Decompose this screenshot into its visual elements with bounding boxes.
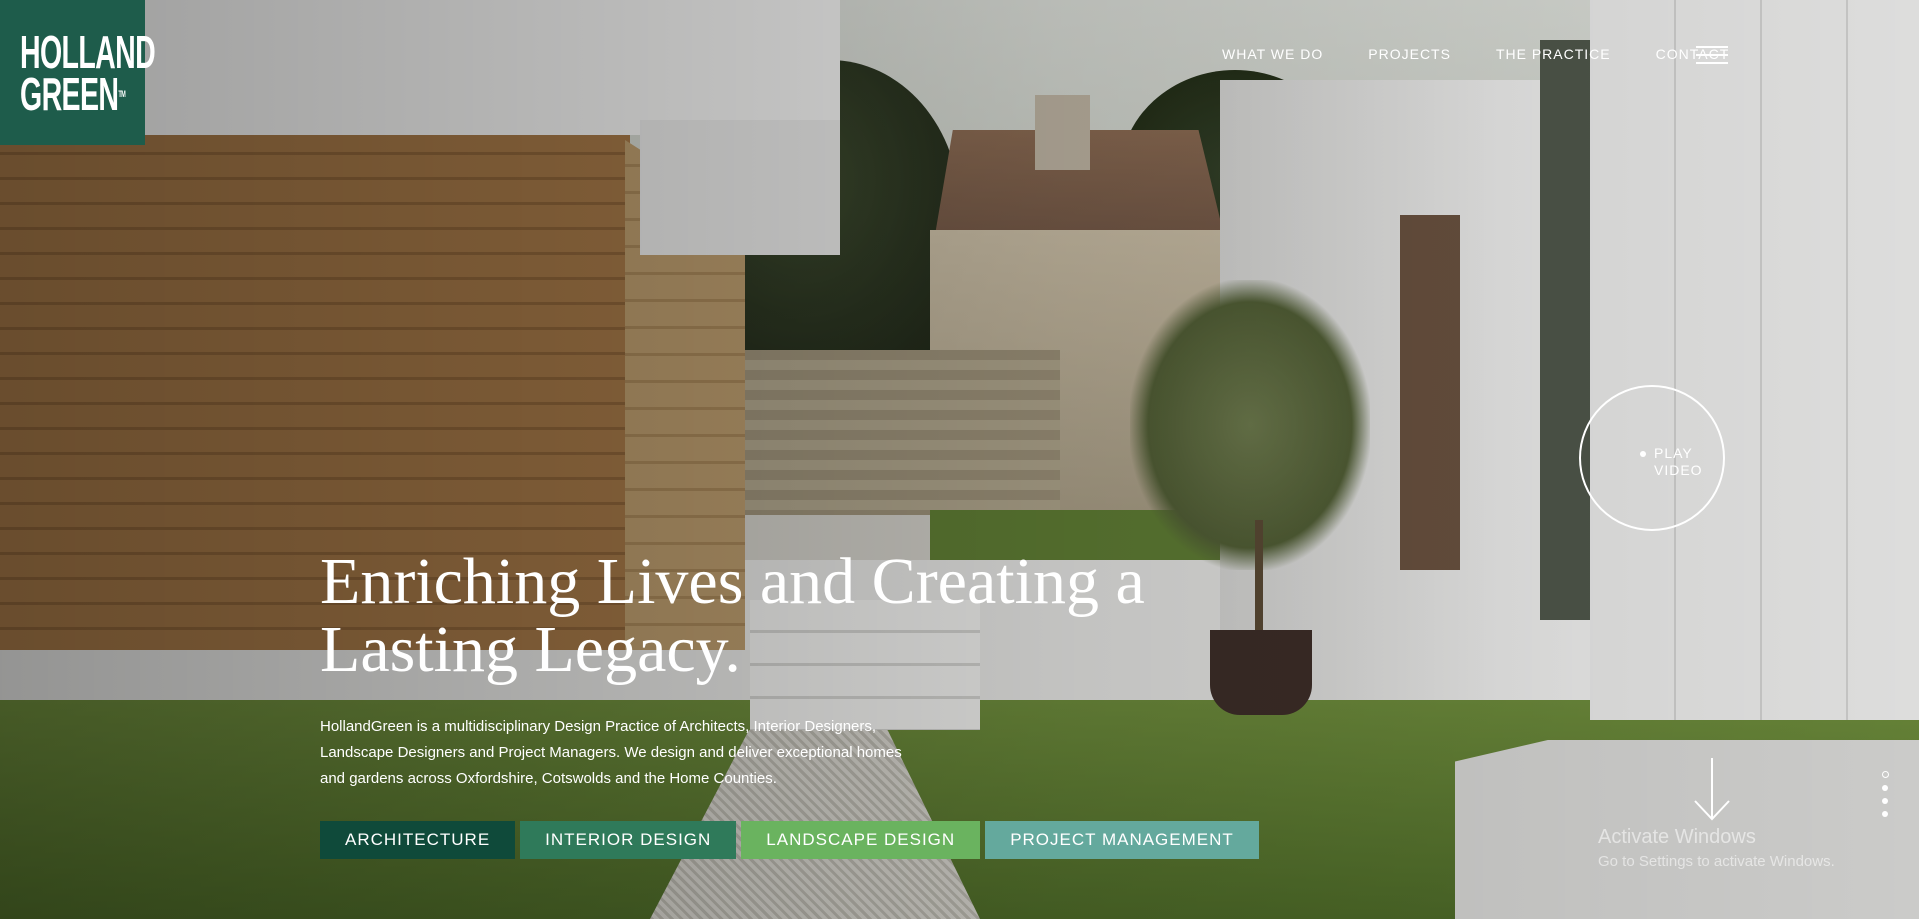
- arrow-down-icon[interactable]: [1692, 756, 1732, 822]
- interior-design-button[interactable]: INTERIOR DESIGN: [520, 821, 737, 859]
- slide-dot[interactable]: [1882, 811, 1888, 817]
- architecture-button[interactable]: ARCHITECTURE: [320, 821, 516, 859]
- play-video-button[interactable]: PLAY VIDEO: [1579, 385, 1725, 531]
- landscape-design-button[interactable]: LANDSCAPE DESIGN: [741, 821, 981, 859]
- hero-title: Enriching Lives and Creating a Lasting L…: [320, 545, 1145, 686]
- project-management-button[interactable]: PROJECT MANAGEMENT: [985, 821, 1259, 859]
- slide-dot[interactable]: [1882, 771, 1889, 778]
- logo-line1: HOLLAND: [20, 25, 156, 78]
- logo[interactable]: HOLLAND GREENTM: [0, 0, 156, 145]
- logo-line2: GREENTM: [20, 67, 126, 120]
- nav-projects[interactable]: PROJECTS: [1368, 46, 1451, 62]
- slide-pagination: [1882, 771, 1889, 824]
- service-buttons: ARCHITECTURE INTERIOR DESIGN LANDSCAPE D…: [320, 821, 1259, 859]
- slide-dot[interactable]: [1882, 798, 1888, 804]
- play-dot-icon: [1640, 451, 1646, 457]
- hero-description: HollandGreen is a multidisciplinary Desi…: [320, 718, 902, 787]
- watermark-subtitle: Go to Settings to activate Windows.: [1598, 853, 1835, 870]
- main-nav: WHAT WE DO PROJECTS THE PRACTICE CONTACT: [1222, 46, 1774, 62]
- play-video-label: PLAY VIDEO: [1654, 445, 1703, 478]
- slide-dot[interactable]: [1882, 785, 1888, 791]
- watermark-title: Activate Windows: [1598, 826, 1756, 848]
- nav-what-we-do[interactable]: WHAT WE DO: [1222, 46, 1323, 62]
- hamburger-icon[interactable]: [1696, 46, 1728, 66]
- nav-the-practice[interactable]: THE PRACTICE: [1496, 46, 1611, 62]
- windows-activation-watermark: Activate Windows Go to Settings to activ…: [1598, 826, 1835, 870]
